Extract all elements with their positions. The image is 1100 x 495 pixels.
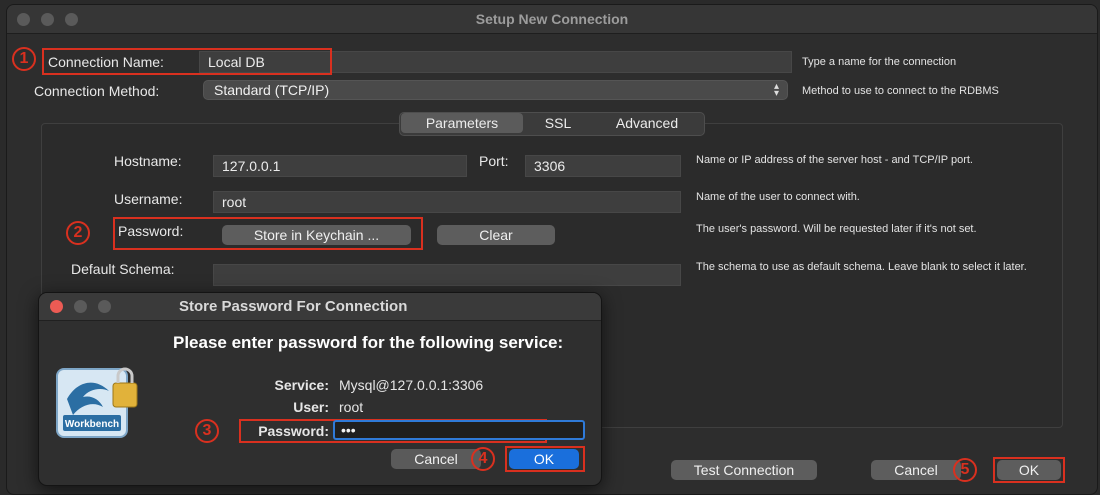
tab-parameters[interactable]: Parameters xyxy=(401,113,523,133)
connection-method-select[interactable]: Standard (TCP/IP) ▴ ▾ xyxy=(203,80,788,100)
step-2-marker: 2 xyxy=(66,221,90,245)
dialog-password-value: ••• xyxy=(341,422,356,438)
dialog-zoom-dot-icon[interactable] xyxy=(98,300,111,313)
default-schema-label: Default Schema: xyxy=(71,261,175,277)
host-hint: Name or IP address of the server host - … xyxy=(696,154,973,166)
store-password-dialog: Store Password For Connection Workbench … xyxy=(38,292,602,486)
window-title: Setup New Connection xyxy=(475,11,629,27)
test-connection-button[interactable]: Test Connection xyxy=(671,460,817,480)
hostname-input[interactable]: 127.0.0.1 xyxy=(213,155,467,177)
dialog-password-input[interactable]: ••• xyxy=(333,420,585,440)
tab-ssl[interactable]: SSL xyxy=(528,113,588,133)
password-label: Password: xyxy=(118,223,184,239)
port-label: Port: xyxy=(479,153,509,169)
default-schema-input[interactable] xyxy=(213,264,681,286)
ok-button[interactable]: OK xyxy=(997,460,1061,480)
username-input[interactable]: root xyxy=(213,191,681,213)
dialog-password-label: Password: xyxy=(258,423,329,439)
default-schema-hint: The schema to use as default schema. Lea… xyxy=(696,261,1027,273)
user-value: root xyxy=(339,399,364,415)
dialog-title-bar: Store Password For Connection xyxy=(39,293,601,321)
connection-method-label: Connection Method: xyxy=(34,83,160,99)
step-5-marker: 5 xyxy=(953,458,977,482)
password-hint: The user's password. Will be requested l… xyxy=(696,223,977,235)
dialog-minimize-dot-icon[interactable] xyxy=(74,300,87,313)
dialog-close-dot-icon[interactable] xyxy=(50,300,63,313)
tab-bar: Parameters SSL Advanced xyxy=(399,112,705,136)
user-label: User: xyxy=(293,399,329,415)
service-value: Mysql@127.0.0.1:3306 xyxy=(339,377,484,393)
dialog-ok-button[interactable]: OK xyxy=(509,449,579,469)
dialog-title: Store Password For Connection xyxy=(179,298,408,315)
dialog-heading: Please enter password for the following … xyxy=(173,333,564,352)
port-input[interactable]: 3306 xyxy=(525,155,681,177)
connection-name-highlight xyxy=(42,48,332,75)
connection-method-hint: Method to use to connect to the RDBMS xyxy=(802,85,999,97)
cancel-button[interactable]: Cancel xyxy=(871,460,961,480)
step-1-marker: 1 xyxy=(12,47,36,71)
connection-name-hint: Type a name for the connection xyxy=(802,56,957,68)
mysql-workbench-logo-icon: Workbench xyxy=(55,363,141,443)
dialog-cancel-button[interactable]: Cancel xyxy=(391,449,481,469)
tab-advanced[interactable]: Advanced xyxy=(592,113,702,133)
username-label: Username: xyxy=(114,191,183,207)
title-bar: Setup New Connection xyxy=(7,5,1097,34)
stepper-icon: ▴ ▾ xyxy=(773,81,779,99)
service-label: Service: xyxy=(274,377,329,393)
clear-password-button[interactable]: Clear xyxy=(437,225,555,245)
username-hint: Name of the user to connect with. xyxy=(696,191,860,203)
store-in-keychain-button[interactable]: Store in Keychain ... xyxy=(222,225,411,245)
step-4-marker: 4 xyxy=(471,447,495,471)
connection-method-value: Standard (TCP/IP) xyxy=(214,82,330,98)
hostname-label: Hostname: xyxy=(114,153,182,169)
svg-text:Workbench: Workbench xyxy=(65,419,119,430)
step-3-marker: 3 xyxy=(195,419,219,443)
